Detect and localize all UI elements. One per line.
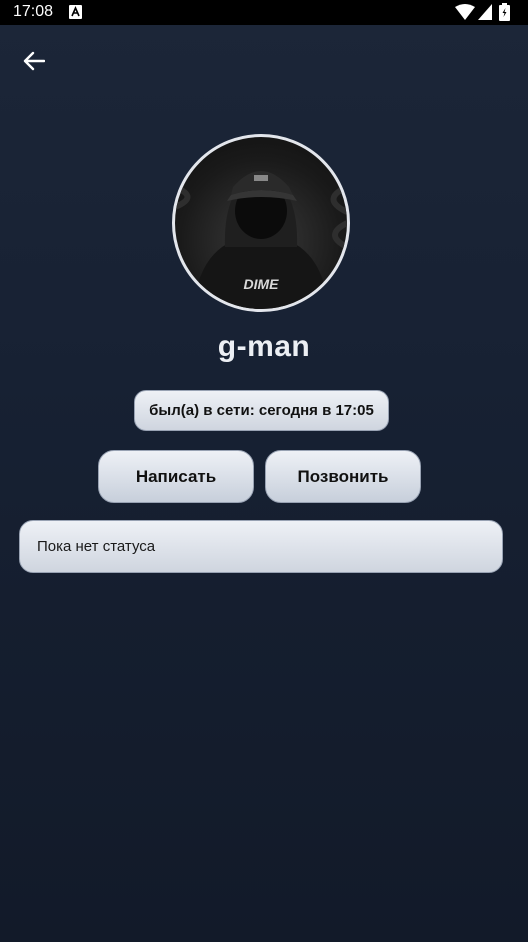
user-status-field: Пока нет статуса bbox=[19, 520, 503, 573]
notification-icon bbox=[69, 5, 82, 24]
avatar-image: DIME bbox=[175, 154, 347, 309]
status-bar: 17:08 bbox=[0, 0, 528, 25]
back-button[interactable] bbox=[18, 47, 50, 79]
write-message-button[interactable]: Написать bbox=[98, 450, 254, 503]
status-time: 17:08 bbox=[13, 3, 54, 20]
avatar[interactable]: DIME bbox=[172, 134, 350, 312]
wifi-icon bbox=[455, 4, 475, 25]
user-status-text: Пока нет статуса bbox=[37, 538, 156, 555]
battery-icon bbox=[499, 3, 510, 26]
svg-text:DIME: DIME bbox=[244, 276, 280, 292]
last-seen-badge: был(а) в сети: сегодня в 17:05 bbox=[134, 390, 389, 431]
call-button[interactable]: Позвонить bbox=[265, 450, 421, 503]
signal-icon bbox=[478, 4, 492, 25]
arrow-left-icon bbox=[23, 51, 46, 76]
username: g-man bbox=[217, 330, 311, 363]
